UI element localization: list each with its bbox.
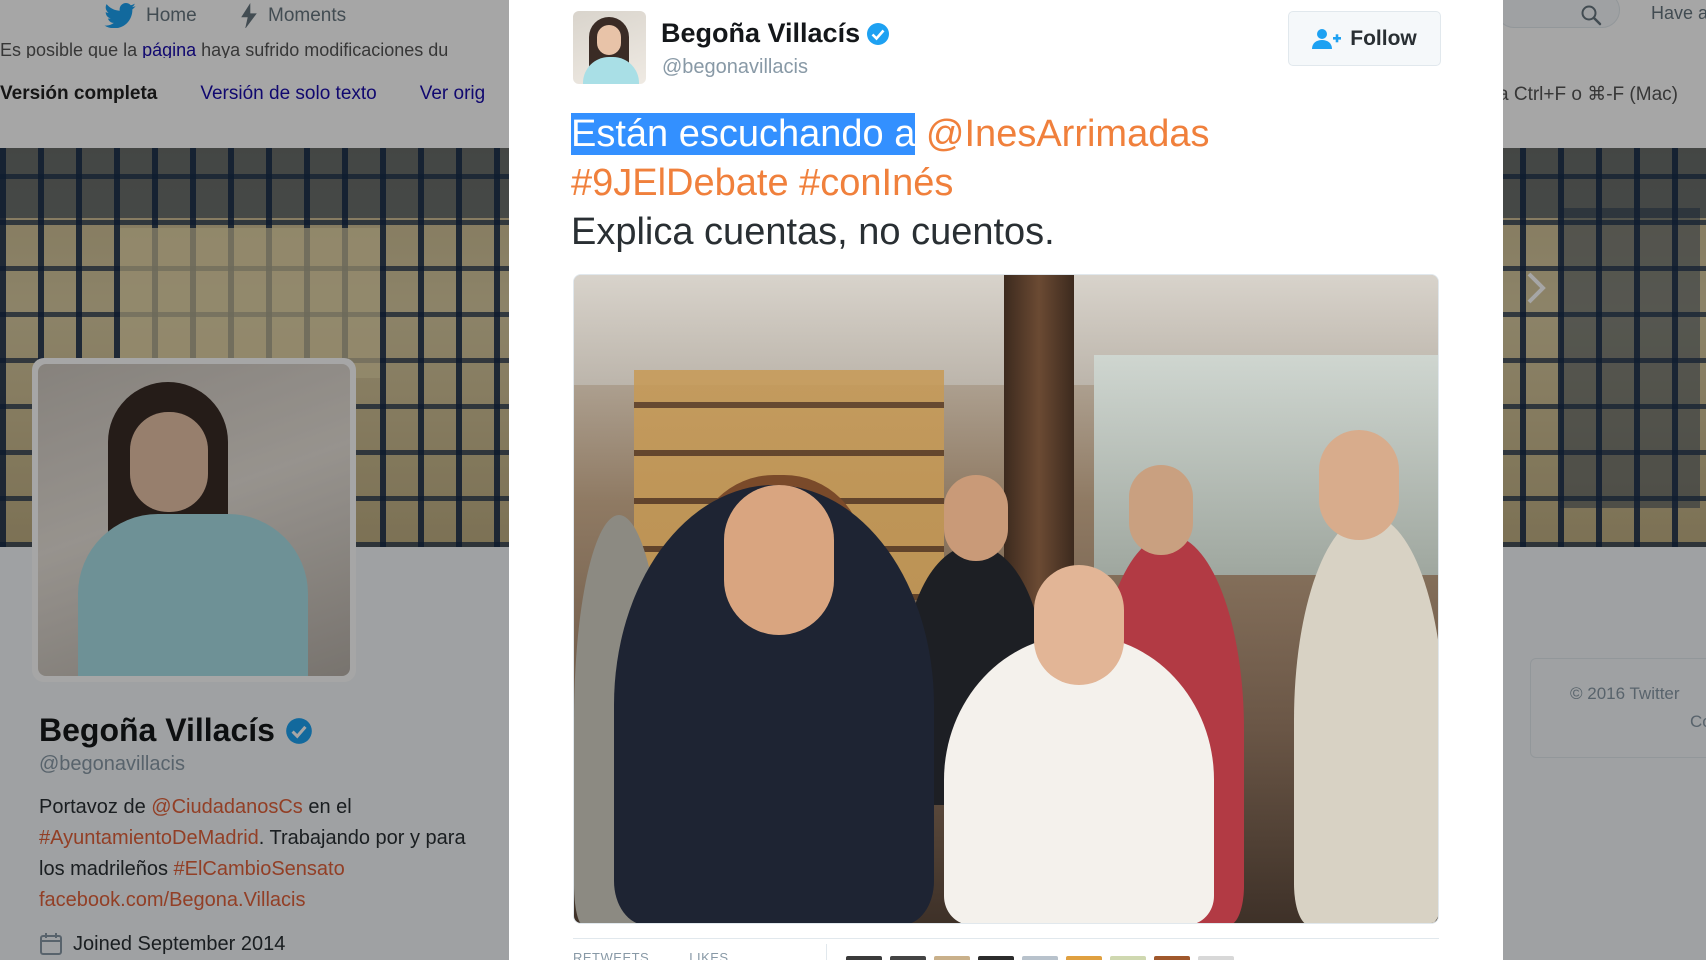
retweets-label[interactable]: RETWEETS (573, 950, 649, 960)
liker-avatar[interactable] (978, 956, 1014, 960)
tweet-text-selected: Están escuchando a (571, 113, 916, 155)
liker-avatar[interactable] (1110, 956, 1146, 960)
tweet-author-handle[interactable]: @begonavillacis (662, 56, 808, 79)
tweet-author-name[interactable]: Begoña Villacís (661, 18, 860, 49)
likes-label[interactable]: LIKES (689, 950, 728, 960)
liker-avatar[interactable] (890, 956, 926, 960)
liker-avatar[interactable] (1198, 956, 1234, 960)
liker-avatar[interactable] (846, 956, 882, 960)
tweet-media-photo[interactable] (573, 274, 1439, 924)
liker-avatar[interactable] (1154, 956, 1190, 960)
follow-button-label: Follow (1350, 26, 1417, 50)
tweet-hashtag-link[interactable]: #conInés (799, 162, 953, 204)
likers-avatars[interactable] (846, 956, 1234, 960)
add-user-icon (1312, 28, 1342, 49)
tweet-stats-divider (573, 938, 1439, 939)
tweet-author-avatar[interactable] (573, 11, 646, 84)
liker-avatar[interactable] (1022, 956, 1058, 960)
tweet-author-name-row: Begoña Villacís (661, 18, 890, 49)
tweet-stats: RETWEETS LIKES (573, 950, 729, 960)
tweet-text-line: Explica cuentas, no cuentos. (571, 211, 1055, 253)
liker-avatar[interactable] (934, 956, 970, 960)
verified-badge-icon (867, 22, 890, 45)
liker-avatar[interactable] (1066, 956, 1102, 960)
tweet-hashtag-link[interactable]: #9JElDebate (571, 162, 789, 204)
follow-button[interactable]: Follow (1288, 11, 1441, 66)
tweet-text: Están escuchando a @InesArrimadas #9JElD… (571, 110, 1441, 257)
tweet-mention-link[interactable]: @InesArrimadas (926, 113, 1210, 155)
